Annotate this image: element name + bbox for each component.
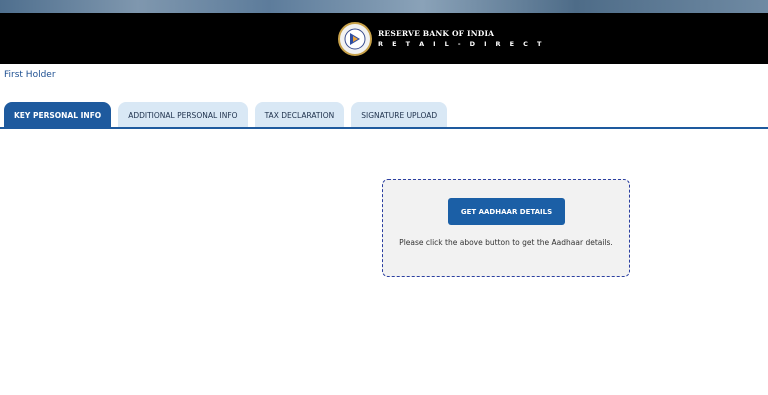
tab-signature-upload[interactable]: SIGNATURE UPLOAD bbox=[351, 102, 448, 128]
rbi-emblem-icon bbox=[338, 22, 372, 56]
tab-bar: KEY PERSONAL INFO ADDITIONAL PERSONAL IN… bbox=[4, 102, 448, 128]
aadhaar-card: GET AADHAAR DETAILS Please click the abo… bbox=[382, 179, 630, 277]
brand[interactable]: RESERVE BANK OF INDIA R E T A I L - D I … bbox=[338, 20, 545, 58]
get-aadhaar-details-button[interactable]: GET AADHAAR DETAILS bbox=[448, 198, 565, 225]
tab-underline bbox=[0, 127, 768, 129]
tab-additional-personal-info[interactable]: ADDITIONAL PERSONAL INFO bbox=[118, 102, 248, 128]
tab-key-personal-info[interactable]: KEY PERSONAL INFO bbox=[4, 102, 112, 128]
header-bar: RESERVE BANK OF INDIA R E T A I L - D I … bbox=[0, 13, 768, 64]
section-title: First Holder bbox=[4, 70, 56, 80]
aadhaar-help-text: Please click the above button to get the… bbox=[399, 238, 613, 247]
brand-tagline: R E T A I L - D I R E C T bbox=[378, 40, 545, 48]
brand-name: RESERVE BANK OF INDIA bbox=[378, 29, 495, 38]
tab-tax-declaration[interactable]: TAX DECLARATION bbox=[254, 102, 345, 128]
brand-text: RESERVE BANK OF INDIA R E T A I L - D I … bbox=[378, 29, 545, 49]
top-banner-image bbox=[0, 0, 768, 13]
